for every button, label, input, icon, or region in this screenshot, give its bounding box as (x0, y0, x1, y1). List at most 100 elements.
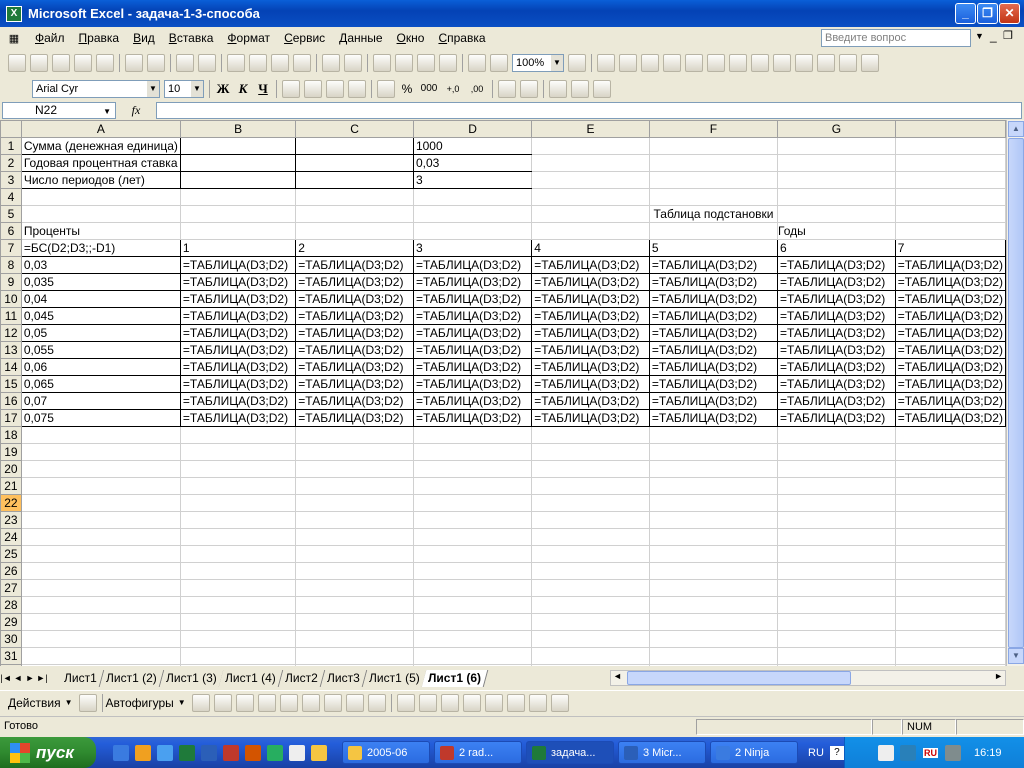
cell[interactable] (648, 579, 779, 597)
undo-icon[interactable] (322, 54, 340, 72)
cell[interactable] (777, 596, 896, 614)
cell[interactable]: =ТАБЛИЦА(D3;D2) (179, 409, 297, 427)
cell[interactable] (531, 562, 650, 580)
arrow-style-icon[interactable] (506, 693, 525, 712)
cell[interactable]: =ТАБЛИЦА(D3;D2) (531, 341, 650, 359)
column-header[interactable]: B (179, 120, 297, 138)
cell[interactable] (648, 460, 779, 478)
rectangle-icon[interactable] (235, 693, 254, 712)
italic-button[interactable]: К (233, 80, 253, 98)
cell[interactable]: =ТАБЛИЦА(D3;D2) (295, 307, 414, 325)
cell[interactable] (894, 426, 1006, 444)
paste-icon[interactable] (271, 54, 289, 72)
cell[interactable] (531, 137, 650, 155)
menu-insert[interactable]: Вставка (162, 31, 221, 45)
cell[interactable] (648, 528, 779, 546)
menu-help[interactable]: Справка (431, 31, 492, 45)
tray-icon[interactable] (878, 744, 894, 761)
cell[interactable]: =ТАБЛИЦА(D3;D2) (531, 324, 650, 342)
cell[interactable] (777, 579, 896, 597)
cell[interactable]: 0,03 (20, 256, 181, 274)
cell[interactable] (412, 511, 533, 529)
cell[interactable] (295, 154, 414, 172)
cell[interactable] (412, 205, 533, 223)
cell[interactable]: =ТАБЛИЦА(D3;D2) (894, 290, 1006, 308)
row-header[interactable]: 25 (0, 545, 22, 563)
cell[interactable]: =ТАБЛИЦА(D3;D2) (894, 273, 1006, 291)
bold-button[interactable]: Ж (213, 80, 233, 98)
cell[interactable] (531, 443, 650, 461)
remove-precedent-icon[interactable] (685, 54, 703, 72)
cell[interactable]: =ТАБЛИЦА(D3;D2) (648, 392, 779, 410)
row-header[interactable]: 15 (0, 375, 22, 393)
cell[interactable] (777, 443, 896, 461)
row-header[interactable]: 5 (0, 205, 22, 223)
cell[interactable]: =ТАБЛИЦА(D3;D2) (295, 256, 414, 274)
cell[interactable] (531, 545, 650, 563)
fill-color-icon[interactable] (571, 80, 589, 98)
cell[interactable] (412, 222, 533, 240)
clip-art-icon[interactable] (345, 693, 364, 712)
formula-input[interactable] (156, 102, 1022, 119)
excel-app-icon[interactable]: X (6, 5, 22, 22)
menu-data[interactable]: Данные (332, 31, 389, 45)
cell[interactable] (894, 545, 1006, 563)
cell[interactable] (295, 511, 414, 529)
cell[interactable] (531, 426, 650, 444)
cell[interactable]: =ТАБЛИЦА(D3;D2) (531, 375, 650, 393)
decrease-indent-icon[interactable] (498, 80, 516, 98)
align-center-icon[interactable] (304, 80, 322, 98)
row-header[interactable]: 10 (0, 290, 22, 308)
cell[interactable]: =ТАБЛИЦА(D3;D2) (179, 392, 297, 410)
cell[interactable] (531, 477, 650, 495)
row-header[interactable]: 28 (0, 596, 22, 614)
cell[interactable]: 0,06 (20, 358, 181, 376)
cell[interactable]: 0,05 (20, 324, 181, 342)
row-header[interactable]: 32 (0, 664, 22, 666)
row-header[interactable]: 16 (0, 392, 22, 410)
cell[interactable] (648, 545, 779, 563)
doc-minimize-icon[interactable]: _ (990, 29, 997, 43)
cell[interactable] (179, 205, 297, 223)
cell[interactable] (295, 426, 414, 444)
cell[interactable]: =ТАБЛИЦА(D3;D2) (777, 392, 896, 410)
task-folder[interactable]: 2005-06 (342, 741, 430, 764)
cell[interactable] (295, 545, 414, 563)
cell[interactable] (531, 171, 650, 189)
cell[interactable] (412, 477, 533, 495)
align-right-icon[interactable] (326, 80, 344, 98)
cell[interactable]: Сумма (денежная единица) (20, 137, 181, 155)
row-header[interactable]: 9 (0, 273, 22, 291)
cell[interactable] (412, 426, 533, 444)
cell[interactable] (20, 579, 181, 597)
network-icon[interactable] (900, 744, 916, 761)
cell[interactable]: =ТАБЛИЦА(D3;D2) (179, 341, 297, 359)
cell[interactable]: 0,055 (20, 341, 181, 359)
cell[interactable] (412, 528, 533, 546)
cell[interactable] (531, 494, 650, 512)
print-icon[interactable] (125, 54, 143, 72)
increase-indent-icon[interactable] (520, 80, 538, 98)
text-box-icon[interactable] (279, 693, 298, 712)
row-header[interactable]: 12 (0, 324, 22, 342)
cell[interactable]: =ТАБЛИЦА(D3;D2) (777, 273, 896, 291)
row-header[interactable]: 8 (0, 256, 22, 274)
cell[interactable]: =ТАБЛИЦА(D3;D2) (412, 358, 533, 376)
permission-icon[interactable] (74, 54, 92, 72)
cell[interactable] (648, 613, 779, 631)
keyboard-layout-icon[interactable]: RU (923, 747, 938, 758)
last-sheet-icon[interactable]: ►| (36, 673, 48, 683)
cell[interactable]: =ТАБЛИЦА(D3;D2) (295, 324, 414, 342)
excel-icon[interactable] (179, 744, 195, 761)
cell[interactable]: =ТАБЛИЦА(D3;D2) (295, 392, 414, 410)
row-header[interactable]: 6 (0, 222, 22, 240)
row-header[interactable]: 13 (0, 341, 22, 359)
cell[interactable]: Проценты (20, 222, 181, 240)
cell[interactable] (894, 613, 1006, 631)
cell[interactable] (412, 562, 533, 580)
cell[interactable] (531, 664, 650, 666)
next-sheet-icon[interactable]: ► (24, 673, 36, 683)
cell[interactable]: Число периодов (лет) (20, 171, 181, 189)
vertical-scrollbar[interactable]: ▲ ▼ (1006, 120, 1024, 666)
publisher-icon[interactable] (267, 744, 283, 761)
